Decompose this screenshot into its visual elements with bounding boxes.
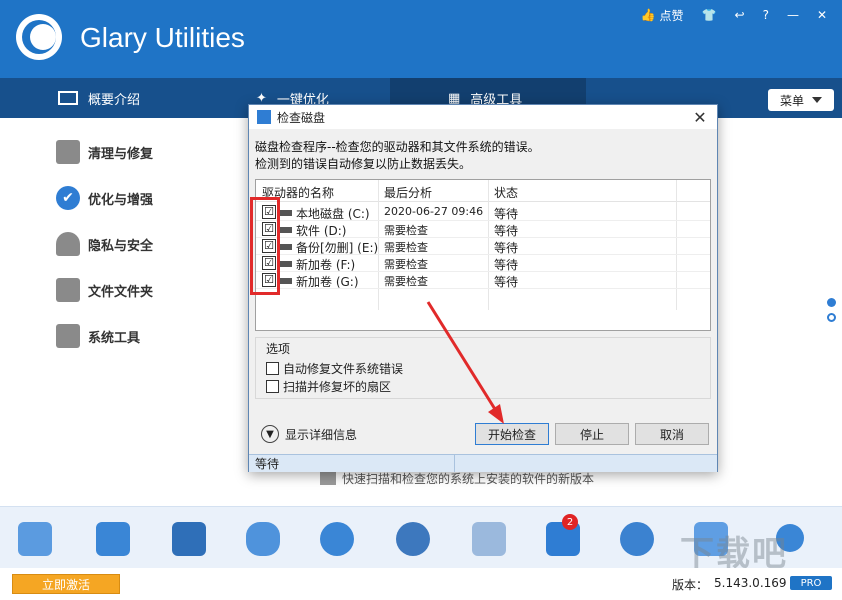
sidebar-item-privacy[interactable]: 隐私与安全	[56, 230, 153, 258]
planet-tool-icon[interactable]	[620, 522, 654, 556]
activate-button[interactable]: 立即激活	[12, 574, 120, 594]
checkbox-highlight-frame	[250, 197, 280, 295]
like-button[interactable]: 👍 点赞	[632, 4, 693, 26]
screen-tool-icon[interactable]	[18, 522, 52, 556]
monitor-icon	[58, 91, 78, 105]
drive-list-header: 驱动器的名称 最后分析 状态	[256, 180, 710, 202]
app-title: Glary Utilities	[80, 22, 245, 53]
pie-chart-tool-icon[interactable]	[320, 522, 354, 556]
table-row[interactable]: ☑ 新加卷 (G:) 需要检查 等待	[256, 272, 710, 289]
page-dot-active[interactable]	[827, 298, 836, 307]
dialog-status-bar: 等待	[249, 454, 717, 472]
status-note: 快速扫描和检查您的系统上安装的软件的新版本	[320, 470, 594, 486]
sidebar: 清理与修复 ✔ 优化与增强 隐私与安全 文件文件夹 系统工具	[0, 118, 248, 508]
app-header: Glary Utilities 👍 点赞 👕 ↩ ? — ✕	[0, 0, 842, 78]
glary-logo-icon	[16, 14, 62, 60]
check-disk-dialog: 检查磁盘 ✕ 磁盘检查程序--检查您的驱动器和其文件系统的错误。 检测到的错误自…	[248, 104, 718, 472]
disk-tool-icon[interactable]	[172, 522, 206, 556]
drive-icon	[280, 261, 292, 267]
column-last-scan[interactable]: 最后分析	[384, 184, 432, 201]
dialog-titlebar: 检查磁盘 ✕	[249, 105, 717, 129]
drive-icon	[280, 227, 292, 233]
dialog-description: 磁盘检查程序--检查您的驱动器和其文件系统的错误。 检测到的错误自动修复以防止数…	[255, 140, 540, 171]
cancel-button[interactable]: 取消	[635, 423, 709, 445]
page-dot[interactable]	[827, 313, 836, 322]
thumbs-up-icon: 👍	[640, 8, 656, 22]
tab-overview[interactable]: 概要介绍	[58, 78, 140, 118]
pro-badge: PRO	[790, 576, 832, 590]
minimize-icon[interactable]: —	[778, 4, 808, 26]
bad-sectors-checkbox[interactable]	[266, 380, 279, 393]
user-lock-icon	[56, 232, 80, 256]
close-icon[interactable]: ✕	[808, 4, 836, 26]
sidebar-item-files[interactable]: 文件文件夹	[56, 276, 153, 304]
dialog-close-icon[interactable]: ✕	[691, 107, 709, 127]
start-check-button[interactable]: 开始检查	[475, 423, 549, 445]
broom-icon	[56, 140, 80, 164]
sidebar-item-system-tools[interactable]: 系统工具	[56, 322, 140, 350]
table-row[interactable]: ☑ 本地磁盘 (C:) 2020-06-27 09:46 等待	[256, 204, 710, 221]
info-icon	[320, 471, 336, 485]
window-controls: 👍 点赞 👕 ↩ ? — ✕	[632, 4, 836, 26]
table-row[interactable]: ☑ 备份[勿删] (E:) 需要检查 等待	[256, 238, 710, 255]
drive-icon	[280, 210, 292, 216]
update-badge: 2	[562, 514, 578, 530]
auto-fix-checkbox[interactable]	[266, 362, 279, 375]
show-details-toggle[interactable]: ▼ 显示详细信息	[261, 425, 357, 443]
version-info: 版本： 5.143.0.169	[672, 576, 787, 592]
chevron-down-icon: ▼	[261, 425, 279, 443]
grid-clean-tool-icon[interactable]	[96, 522, 130, 556]
option-auto-fix[interactable]: 自动修复文件系统错误	[266, 360, 403, 377]
stop-button[interactable]: 停止	[555, 423, 629, 445]
column-status[interactable]: 状态	[494, 184, 518, 201]
drive-list[interactable]: 驱动器的名称 最后分析 状态 ☑ 本地磁盘 (C:) 2020-06-27 09…	[255, 179, 711, 331]
gear-tool-icon[interactable]	[396, 522, 430, 556]
sidebar-item-optimize[interactable]: ✔ 优化与增强	[56, 184, 153, 212]
drive-icon	[280, 244, 292, 250]
table-row[interactable]: ☑ 软件 (D:) 需要检查 等待	[256, 221, 710, 238]
page-dots	[827, 298, 836, 328]
menu-button[interactable]: 菜单	[768, 89, 834, 111]
help-icon[interactable]: ?	[754, 4, 778, 26]
options-group: 选项 自动修复文件系统错误 扫描并修复坏的扇区	[255, 337, 711, 399]
option-scan-bad-sectors[interactable]: 扫描并修复坏的扇区	[266, 378, 391, 395]
check-circle-icon: ✔	[56, 186, 80, 210]
trash-tool-icon[interactable]	[472, 522, 506, 556]
sidebar-item-clean-repair[interactable]: 清理与修复	[56, 138, 153, 166]
toolbox-icon	[56, 324, 80, 348]
skin-icon[interactable]: 👕	[693, 4, 726, 26]
undo-icon[interactable]: ↩	[726, 4, 754, 26]
folder-icon	[56, 278, 80, 302]
drive-icon	[280, 278, 292, 284]
disk-check-icon	[257, 110, 271, 124]
mouse-tool-icon[interactable]	[246, 522, 280, 556]
table-row[interactable]: ☑ 新加卷 (F:) 需要检查 等待	[256, 255, 710, 272]
options-legend: 选项	[266, 340, 291, 357]
